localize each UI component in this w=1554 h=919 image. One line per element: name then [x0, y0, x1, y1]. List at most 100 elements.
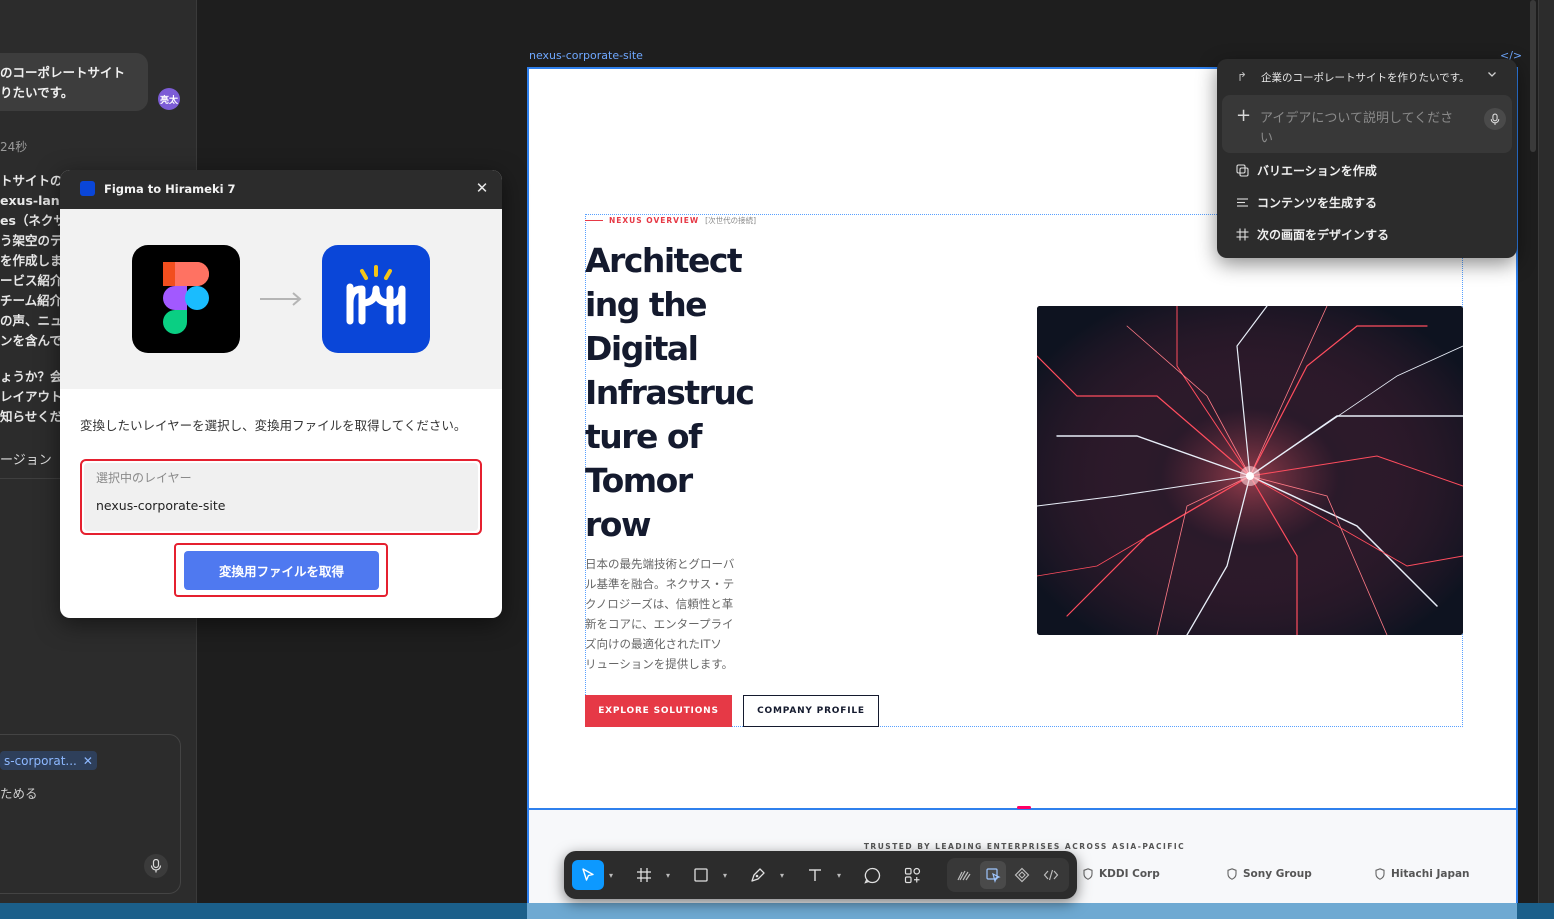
frame-tool[interactable] — [630, 860, 658, 890]
headline-line: Digital — [585, 329, 699, 368]
draw-mode[interactable] — [951, 861, 977, 889]
body-line: 日本の最先端技術とグローバ — [585, 557, 735, 571]
draw-icon — [957, 870, 971, 881]
overline-subtext: [次世代の接続] — [705, 216, 757, 225]
headline-line: row — [585, 505, 651, 544]
client-logo-label: Sony Group — [1243, 868, 1312, 880]
hero-headline: Architect ing the Digital Infrastruc tur… — [585, 239, 760, 547]
resize-handle[interactable] — [1017, 806, 1031, 809]
get-conversion-file-button[interactable]: 変換用ファイルを取得 — [184, 551, 379, 590]
headline-line: Architect — [585, 241, 743, 280]
trusted-title: TRUSTED BY LEADING ENTERPRISES ACROSS AS… — [863, 842, 1186, 851]
code-icon — [1043, 869, 1059, 881]
user-message-line: りたいです。 — [0, 85, 74, 100]
bottom-status-bar-highlight — [527, 903, 1517, 919]
user-message-line: のコーポレートサイト — [0, 65, 126, 80]
comment-tool[interactable] — [858, 860, 886, 890]
layer-chip-label: s-corporat... — [4, 753, 77, 768]
rectangle-tool[interactable] — [687, 860, 715, 890]
headline-line: Tomor — [585, 461, 693, 500]
hero-overline: NEXUS OVERVIEW [次世代の接続] — [585, 215, 756, 226]
shield-icon — [1227, 868, 1237, 880]
create-variations-item[interactable]: バリエーションを作成 — [1217, 155, 1517, 185]
design-mode[interactable] — [980, 861, 1006, 889]
dialog-header[interactable]: Figma to Hirameki 7 ✕ — [60, 170, 502, 209]
user-message-bubble: のコーポレートサイト りたいです。 — [0, 53, 148, 111]
cursor-icon — [582, 868, 594, 881]
avatar[interactable]: 亮太 — [158, 88, 180, 110]
ai-assistant-popup: ↱ 企業のコーポレートサイトを作りたいです。 + アイデアについて説明してくださ… — [1217, 59, 1517, 258]
ai-prompt-input[interactable]: + アイデアについて説明してください — [1222, 95, 1512, 153]
ai-prompt-text: 企業のコーポレートサイトを作りたいです。 — [1261, 72, 1470, 84]
move-tool[interactable] — [572, 860, 604, 890]
plugin-dialog: Figma to Hirameki 7 ✕ 変換したいレイヤーを選択し、変換用フ… — [60, 170, 502, 618]
company-profile-button[interactable]: COMPANY PROFILE — [743, 695, 879, 727]
close-icon[interactable]: ✕ — [474, 180, 490, 196]
text-lines-icon — [1235, 195, 1249, 209]
overline-text: NEXUS OVERVIEW — [609, 216, 700, 225]
chevron-down-icon[interactable]: ▾ — [780, 871, 784, 880]
chat-input-text[interactable]: ためる — [0, 783, 38, 802]
body-line: リューションを提供します。 — [585, 657, 734, 671]
text-tool[interactable] — [801, 860, 829, 890]
menu-item-label: 次の画面をデザインする — [1257, 227, 1390, 242]
reply-arrow-icon: ↱ — [1237, 70, 1248, 84]
plugin-app-icon — [80, 181, 95, 196]
chevron-down-icon[interactable]: ▾ — [666, 871, 670, 880]
ai-prompt-row[interactable]: ↱ 企業のコーポレートサイトを作りたいです。 — [1217, 59, 1517, 95]
client-logo-label: Hitachi Japan — [1391, 868, 1470, 880]
design-icon — [986, 868, 1001, 883]
chevron-down-icon[interactable] — [1486, 68, 1498, 83]
actions-tool[interactable] — [898, 860, 926, 890]
chevron-down-icon[interactable]: ▾ — [609, 871, 613, 880]
body-line: ズ向けの最適化されたITソ — [585, 637, 722, 651]
chevron-down-icon[interactable]: ▾ — [723, 871, 727, 880]
figma-logo-icon — [132, 245, 240, 353]
explore-solutions-button[interactable]: EXPLORE SOLUTIONS — [585, 695, 732, 727]
layer-chip[interactable]: s-corporat... ✕ — [0, 751, 97, 770]
body-line: 新をコアに、エンタープライ — [585, 617, 734, 631]
comment-icon — [863, 867, 880, 884]
headline-line: ing the — [585, 285, 708, 324]
apps-icon — [904, 867, 920, 883]
dev-mode[interactable] — [1038, 861, 1064, 889]
duplicate-icon — [1235, 163, 1249, 177]
frame-name-label[interactable]: nexus-corporate-site — [529, 49, 643, 62]
dialog-instruction: 変換したいレイヤーを選択し、変換用ファイルを取得してください。 — [80, 418, 467, 433]
selected-layer-label: 選択中のレイヤー — [96, 471, 192, 485]
hero-body-copy: 日本の最先端技術とグローバ ル基準を融合。ネクサス・テ クノロジーズは、信頼性と… — [585, 554, 760, 674]
hirameki-logo-icon — [322, 245, 430, 353]
microphone-icon[interactable] — [1484, 108, 1506, 130]
hero-image — [1037, 306, 1463, 635]
prototype-mode[interactable] — [1009, 861, 1035, 889]
close-icon[interactable]: ✕ — [83, 754, 93, 768]
rectangle-icon — [694, 868, 708, 882]
arrow-right-icon — [258, 289, 304, 309]
ai-input-placeholder: アイデアについて説明してください — [1260, 111, 1454, 146]
overline-rule — [585, 220, 603, 221]
plus-icon[interactable]: + — [1236, 107, 1251, 125]
pen-icon — [751, 868, 765, 882]
menu-item-label: バリエーションを作成 — [1257, 163, 1377, 178]
generate-content-item[interactable]: コンテンツを生成する — [1217, 187, 1517, 217]
client-logo: Sony Group — [1227, 868, 1312, 880]
menu-item-label: コンテンツを生成する — [1257, 195, 1378, 210]
body-line: クノロジーズは、信頼性と革 — [585, 597, 734, 611]
frame-icon — [637, 868, 651, 882]
selected-layer-value: nexus-corporate-site — [96, 498, 226, 513]
client-logo-label: KDDI Corp — [1099, 868, 1160, 880]
version-link[interactable]: ージョン — [0, 449, 52, 468]
design-next-screen-item[interactable]: 次の画面をデザインする — [1217, 219, 1517, 249]
scrollbar[interactable] — [1530, 0, 1536, 152]
shield-icon — [1375, 868, 1385, 880]
headline-line: ture of — [585, 417, 702, 456]
chevron-down-icon[interactable]: ▾ — [837, 871, 841, 880]
elapsed-time: 24秒 — [0, 140, 28, 154]
shield-icon — [1083, 868, 1093, 880]
client-logo: KDDI Corp — [1083, 868, 1160, 880]
component-icon — [1014, 867, 1030, 883]
pen-tool[interactable] — [744, 860, 772, 890]
headline-line: Infrastruc — [585, 373, 755, 412]
microphone-icon[interactable] — [144, 854, 168, 878]
canvas-toolbar: ▾ ▾ ▾ ▾ ▾ — [564, 851, 1077, 899]
